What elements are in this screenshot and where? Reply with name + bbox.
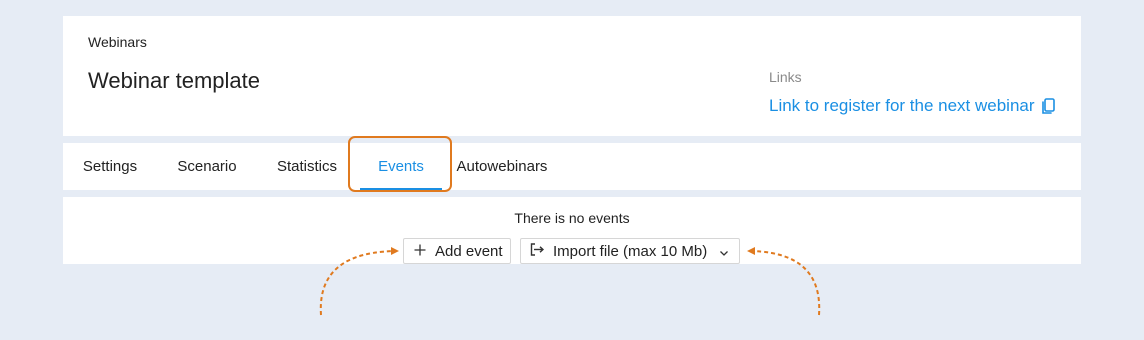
tab-bar: Settings Scenario Statistics Events Auto…: [63, 143, 1081, 190]
tab-scenario[interactable]: Scenario: [167, 143, 247, 190]
webinar-header: Webinars Webinar template Links Link to …: [63, 16, 1081, 136]
chevron-down-icon[interactable]: [719, 245, 729, 262]
active-tab-indicator: [360, 188, 442, 190]
tab-settings[interactable]: Settings: [71, 143, 149, 190]
import-file-label: Import file (max 10 Mb): [553, 242, 708, 260]
tab-events[interactable]: Events: [360, 143, 442, 190]
import-icon: [530, 242, 545, 260]
empty-state-text: There is no events: [514, 210, 630, 226]
register-link[interactable]: Link to register for the next webinar: [769, 96, 1056, 116]
import-file-button[interactable]: Import file (max 10 Mb): [520, 238, 740, 264]
tab-autowebinars[interactable]: Autowebinars: [447, 143, 557, 190]
add-event-label: Add event: [435, 242, 503, 260]
breadcrumb[interactable]: Webinars: [88, 34, 147, 50]
page-title: Webinar template: [88, 68, 261, 93]
tab-statistics[interactable]: Statistics: [268, 143, 346, 190]
plus-icon: [414, 243, 426, 260]
copy-icon[interactable]: [1041, 97, 1056, 115]
links-caption: Links: [769, 69, 802, 85]
add-event-button[interactable]: Add event: [403, 238, 511, 264]
register-link-label: Link to register for the next webinar: [769, 96, 1035, 115]
events-panel: There is no events Add event Import file…: [63, 197, 1081, 264]
